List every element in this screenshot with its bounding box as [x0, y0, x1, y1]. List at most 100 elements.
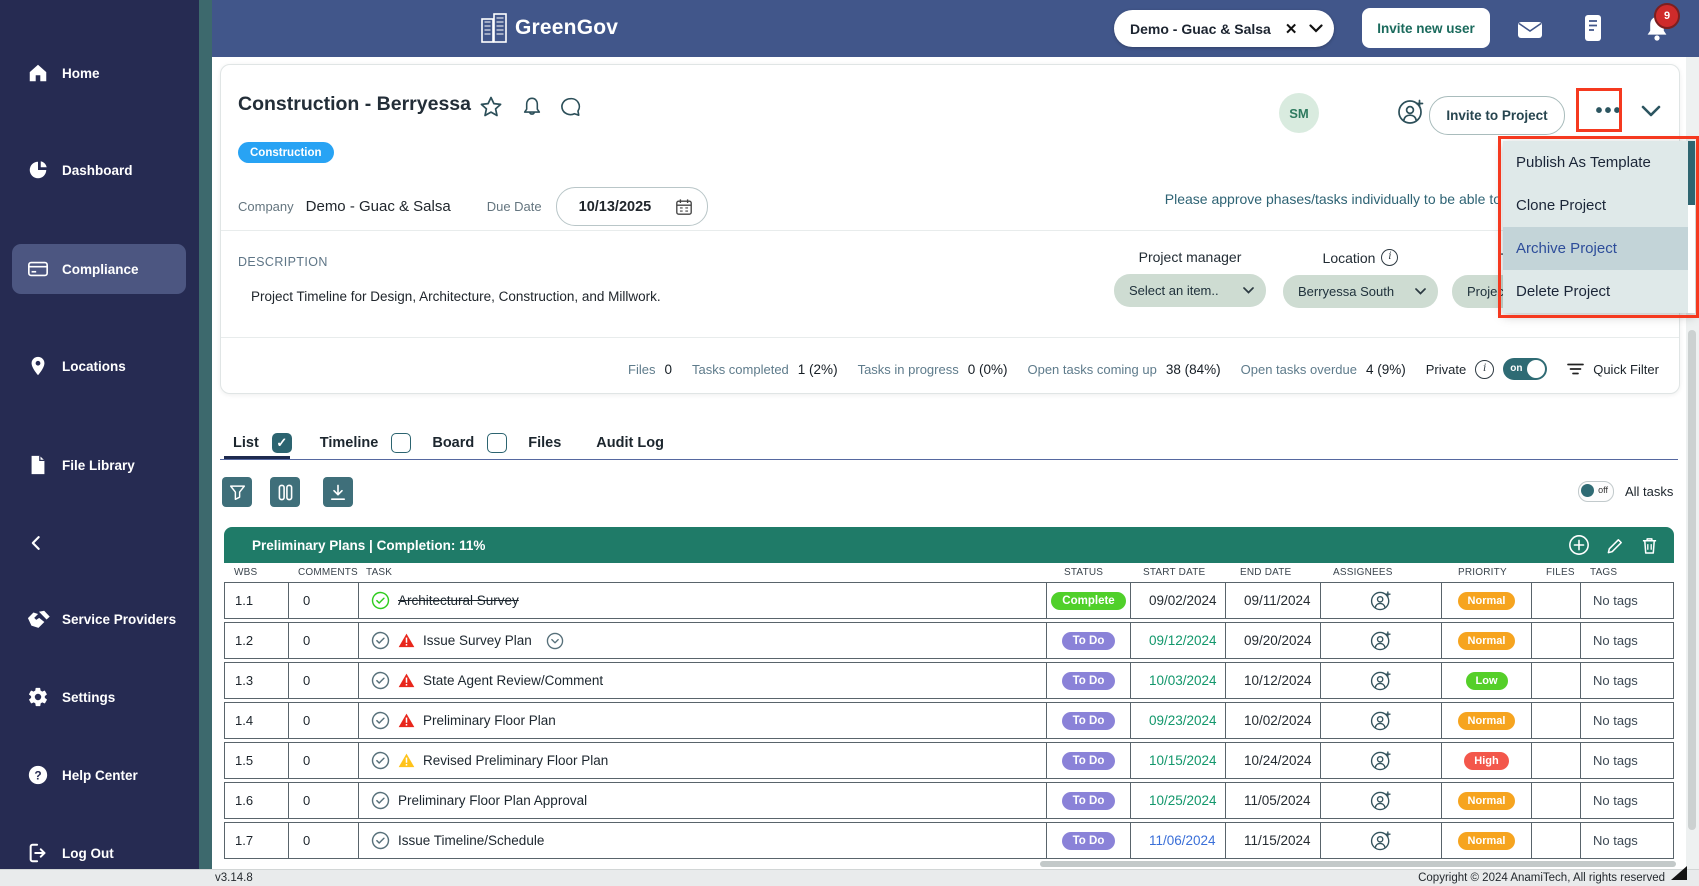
location-select[interactable]: Berryessa South: [1283, 275, 1438, 308]
task-name[interactable]: Preliminary Floor Plan Approval: [398, 793, 587, 808]
task-name[interactable]: Preliminary Floor Plan: [423, 713, 556, 728]
table-row[interactable]: 1.7 0 Issue Timeline/Schedule To Do 11/0…: [224, 822, 1674, 859]
add-task-icon[interactable]: [1568, 534, 1590, 556]
end-date-cell[interactable]: 10/12/2024: [1226, 663, 1321, 698]
start-date-cell[interactable]: 10/25/2024: [1131, 783, 1226, 818]
tab-audit-log[interactable]: Audit Log: [596, 435, 664, 451]
menu-item-clone-project[interactable]: Clone Project: [1503, 184, 1695, 227]
sidebar-item-dashboard[interactable]: Dashboard: [0, 150, 199, 190]
table-row[interactable]: 1.3 0 State Agent Review/Comment To Do 1…: [224, 662, 1674, 699]
task-check-icon[interactable]: [371, 791, 390, 810]
invite-to-project-button[interactable]: Invite to Project: [1429, 96, 1565, 135]
status-cell[interactable]: To Do: [1047, 743, 1131, 778]
sidebar-item-log-out[interactable]: Log Out: [0, 833, 199, 873]
end-date-cell[interactable]: 11/15/2024: [1226, 823, 1321, 858]
priority-cell[interactable]: Low: [1442, 663, 1532, 698]
checkbox-icon[interactable]: [391, 433, 411, 453]
horizontal-scrollbar-thumb[interactable]: [1040, 861, 1676, 867]
table-row[interactable]: 1.5 0 Revised Preliminary Floor Plan To …: [224, 742, 1674, 779]
more-options-button[interactable]: •••: [1589, 93, 1629, 129]
tags-cell[interactable]: No tags: [1581, 663, 1664, 698]
chevron-down-icon[interactable]: [1309, 24, 1323, 33]
calendar-icon[interactable]: [675, 198, 693, 216]
priority-cell[interactable]: Normal: [1442, 823, 1532, 858]
menu-item-archive-project[interactable]: Archive Project: [1503, 227, 1695, 270]
priority-cell[interactable]: Normal: [1442, 583, 1532, 618]
task-check-icon[interactable]: [371, 751, 390, 770]
sidebar-item-home[interactable]: Home: [0, 53, 199, 93]
sidebar-item-compliance[interactable]: Compliance: [12, 244, 186, 294]
priority-cell[interactable]: Normal: [1442, 623, 1532, 658]
sidebar-item-file-library[interactable]: File Library: [0, 445, 199, 485]
assignees-cell[interactable]: [1321, 703, 1442, 738]
end-date-cell[interactable]: 10/24/2024: [1226, 743, 1321, 778]
priority-cell[interactable]: Normal: [1442, 783, 1532, 818]
star-icon[interactable]: [479, 95, 503, 119]
tab-files[interactable]: Files: [528, 435, 561, 451]
status-cell[interactable]: To Do: [1047, 783, 1131, 818]
tab-list[interactable]: List✓: [233, 433, 292, 453]
table-row[interactable]: 1.2 0 Issue Survey Plan To Do 09/12/2024…: [224, 622, 1674, 659]
end-date-cell[interactable]: 09/20/2024: [1226, 623, 1321, 658]
assignees-cell[interactable]: [1321, 823, 1442, 858]
tags-cell[interactable]: No tags: [1581, 823, 1664, 858]
task-name[interactable]: Issue Timeline/Schedule: [398, 833, 544, 848]
sidebar-item-settings[interactable]: Settings: [0, 677, 199, 717]
menu-item-publish-as-template[interactable]: Publish As Template: [1503, 141, 1695, 184]
task-check-icon[interactable]: [371, 631, 390, 650]
checkbox-icon[interactable]: [487, 433, 507, 453]
clear-icon[interactable]: ✕: [1285, 20, 1298, 38]
assign-person-add-icon[interactable]: [1369, 829, 1393, 853]
task-name[interactable]: Architectural Survey: [398, 593, 519, 608]
tab-board[interactable]: Board: [432, 433, 507, 453]
assign-person-add-icon[interactable]: [1369, 669, 1393, 693]
start-date-cell[interactable]: 10/03/2024: [1131, 663, 1226, 698]
status-cell[interactable]: Complete: [1047, 583, 1131, 618]
all-tasks-toggle[interactable]: off: [1578, 481, 1614, 502]
assign-person-add-icon[interactable]: [1369, 789, 1393, 813]
tags-cell[interactable]: No tags: [1581, 743, 1664, 778]
tags-cell[interactable]: No tags: [1581, 583, 1664, 618]
tags-cell[interactable]: No tags: [1581, 703, 1664, 738]
assign-person-add-icon[interactable]: [1369, 629, 1393, 653]
task-name[interactable]: Issue Survey Plan: [423, 633, 532, 648]
delete-phase-icon[interactable]: [1641, 536, 1658, 555]
assign-person-add-icon[interactable]: [1369, 589, 1393, 613]
download-button[interactable]: [323, 477, 353, 507]
assignees-cell[interactable]: [1321, 663, 1442, 698]
tags-cell[interactable]: No tags: [1581, 623, 1664, 658]
avatar[interactable]: SM: [1279, 93, 1319, 133]
sidebar-item-help-center[interactable]: ? Help Center: [0, 755, 199, 795]
sidebar-item-service-providers[interactable]: Service Providers: [0, 599, 199, 639]
assign-person-add-icon[interactable]: [1369, 709, 1393, 733]
assignees-cell[interactable]: [1321, 623, 1442, 658]
start-date-cell[interactable]: 09/12/2024: [1131, 623, 1226, 658]
document-icon[interactable]: [1583, 14, 1603, 42]
sidebar-item-locations[interactable]: Locations: [0, 346, 199, 386]
company-select[interactable]: Demo - Guac & Salsa ✕: [1114, 10, 1334, 47]
task-check-icon[interactable]: [371, 831, 390, 850]
start-date-cell[interactable]: 09/23/2024: [1131, 703, 1226, 738]
status-cell[interactable]: To Do: [1047, 703, 1131, 738]
tags-cell[interactable]: No tags: [1581, 783, 1664, 818]
end-date-cell[interactable]: 10/02/2024: [1226, 703, 1321, 738]
comment-icon[interactable]: [559, 96, 582, 119]
menu-item-delete-project[interactable]: Delete Project: [1503, 270, 1695, 313]
sidebar-collapse-button[interactable]: [0, 524, 199, 564]
vertical-scrollbar-thumb[interactable]: [1688, 330, 1696, 830]
columns-button[interactable]: [270, 477, 300, 507]
task-name[interactable]: Revised Preliminary Floor Plan: [423, 753, 608, 768]
priority-cell[interactable]: High: [1442, 743, 1532, 778]
start-date-cell[interactable]: 11/06/2024: [1131, 823, 1226, 858]
checkbox-checked-icon[interactable]: ✓: [272, 433, 292, 453]
table-row[interactable]: 1.1 0 Architectural Survey Complete 09/0…: [224, 582, 1674, 619]
edit-phase-icon[interactable]: [1606, 536, 1625, 555]
end-date-cell[interactable]: 11/05/2024: [1226, 783, 1321, 818]
private-toggle[interactable]: on: [1503, 358, 1547, 380]
start-date-cell[interactable]: 10/15/2024: [1131, 743, 1226, 778]
approval-circle-icon[interactable]: [546, 632, 564, 650]
task-check-icon[interactable]: [371, 671, 390, 690]
assignees-cell[interactable]: [1321, 583, 1442, 618]
assign-person-add-icon[interactable]: [1369, 749, 1393, 773]
task-check-icon[interactable]: [371, 711, 390, 730]
